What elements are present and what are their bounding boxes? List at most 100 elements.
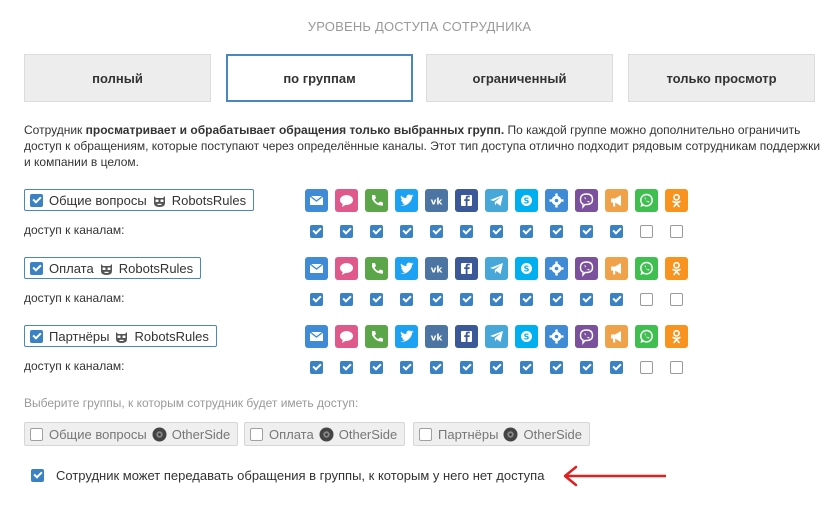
channel-checkbox[interactable] xyxy=(520,361,533,374)
channel-checkbox[interactable] xyxy=(460,225,473,238)
channel-checkbox[interactable] xyxy=(550,293,563,306)
channel-checkbox[interactable] xyxy=(610,293,623,306)
group-brand: RobotsRules xyxy=(134,328,209,344)
channel-checkbox[interactable] xyxy=(610,225,623,238)
megaphone-icon xyxy=(605,257,628,280)
widget-icon xyxy=(545,325,568,348)
channel-access-label: доступ к каналам: xyxy=(24,359,125,373)
facebook-icon xyxy=(455,257,478,280)
level-button-0[interactable]: полный xyxy=(24,54,211,102)
group-chip[interactable]: Общие вопросы RobotsRules xyxy=(24,189,255,211)
channel-checkbox[interactable] xyxy=(490,225,503,238)
channel-checkbox[interactable] xyxy=(310,361,323,374)
transfer-checkbox[interactable] xyxy=(31,469,44,482)
skype-icon: S xyxy=(515,189,538,212)
available-group-chip[interactable]: Партнёры OtherSide xyxy=(413,422,591,446)
available-group-brand: OtherSide xyxy=(338,426,398,442)
red-arrow-icon xyxy=(563,465,666,487)
channel-checkbox[interactable] xyxy=(670,361,683,374)
robotsrules-logo-icon xyxy=(116,331,128,343)
channel-checkbox[interactable] xyxy=(370,293,383,306)
group-name: Оплата xyxy=(49,260,94,276)
email-icon xyxy=(305,189,328,212)
channel-checkbox[interactable] xyxy=(310,293,323,306)
svg-text:S: S xyxy=(524,265,530,274)
channel-checkbox[interactable] xyxy=(580,225,593,238)
level-button-2[interactable]: ограниченный xyxy=(426,54,613,102)
group-checkbox[interactable] xyxy=(30,329,43,343)
channel-checkbox[interactable] xyxy=(370,361,383,374)
channel-checkbox[interactable] xyxy=(460,361,473,374)
channel-checkbox[interactable] xyxy=(490,361,503,374)
channel-checkbox[interactable] xyxy=(640,293,653,306)
channel-checkbox[interactable] xyxy=(430,225,443,238)
group-chip[interactable]: Оплата RobotsRules xyxy=(24,257,202,279)
channel-checkbox[interactable] xyxy=(430,361,443,374)
available-group-checkbox[interactable] xyxy=(250,427,263,441)
channel-checkbox[interactable] xyxy=(640,225,653,238)
telegram-icon xyxy=(485,325,508,348)
channel-checkbox[interactable] xyxy=(670,225,683,238)
channel-checkbox[interactable] xyxy=(490,293,503,306)
odnoklassniki-icon xyxy=(665,189,688,212)
groups-hint: Выберите группы, к которым сотрудник буд… xyxy=(24,396,359,410)
channel-checkbox[interactable] xyxy=(580,361,593,374)
megaphone-icon xyxy=(605,325,628,348)
level-button-3[interactable]: только просмотр xyxy=(628,54,815,102)
channel-checkbox[interactable] xyxy=(340,361,353,374)
group-chip[interactable]: Партнёры RobotsRules xyxy=(24,325,217,347)
robotsrules-logo-icon xyxy=(153,195,165,207)
whatsapp-icon xyxy=(635,257,658,280)
transfer-option[interactable]: Сотрудник может передавать обращения в г… xyxy=(31,468,544,483)
channel-checkbox[interactable] xyxy=(550,225,563,238)
channel-checkbox[interactable] xyxy=(610,361,623,374)
email-icon xyxy=(305,257,328,280)
otherside-logo-icon xyxy=(152,427,167,441)
channel-checkbox[interactable] xyxy=(640,361,653,374)
group-name: Партнёры xyxy=(49,328,110,344)
skype-icon: S xyxy=(515,325,538,348)
channel-checkbox[interactable] xyxy=(520,293,533,306)
available-group-checkbox[interactable] xyxy=(419,427,432,441)
phone-icon xyxy=(365,257,388,280)
facebook-icon xyxy=(455,325,478,348)
group-brand: RobotsRules xyxy=(118,260,194,276)
available-group-checkbox[interactable] xyxy=(30,427,43,441)
channel-checkbox[interactable] xyxy=(400,293,413,306)
viber-icon xyxy=(575,257,598,280)
description-prefix: Сотрудник xyxy=(24,123,86,137)
megaphone-icon xyxy=(605,189,628,212)
channel-checkbox[interactable] xyxy=(460,293,473,306)
channel-checkbox[interactable] xyxy=(670,293,683,306)
whatsapp-icon xyxy=(635,189,658,212)
whatsapp-icon xyxy=(635,325,658,348)
phone-icon xyxy=(365,325,388,348)
channel-checkbox[interactable] xyxy=(370,225,383,238)
vk-icon: vk xyxy=(425,325,448,348)
group-checkbox[interactable] xyxy=(30,261,43,275)
available-group-chip[interactable]: Оплата OtherSide xyxy=(244,422,406,446)
svg-text:vk: vk xyxy=(431,198,444,208)
chat-icon xyxy=(335,325,358,348)
channel-checkbox[interactable] xyxy=(310,225,323,238)
available-group-name: Общие вопросы xyxy=(49,426,147,442)
telegram-icon xyxy=(485,257,508,280)
channel-checkbox[interactable] xyxy=(400,361,413,374)
channel-checkbox[interactable] xyxy=(430,293,443,306)
svg-text:vk: vk xyxy=(431,334,444,344)
channel-checkbox[interactable] xyxy=(580,293,593,306)
channel-checkbox[interactable] xyxy=(400,225,413,238)
level-button-1[interactable]: по группам xyxy=(226,54,413,102)
vk-icon: vk xyxy=(425,257,448,280)
channel-checkbox[interactable] xyxy=(340,225,353,238)
odnoklassniki-icon xyxy=(665,257,688,280)
robotsrules-logo-icon xyxy=(100,263,112,275)
telegram-icon xyxy=(485,189,508,212)
channel-checkbox[interactable] xyxy=(340,293,353,306)
email-icon xyxy=(305,325,328,348)
channel-checkbox[interactable] xyxy=(550,361,563,374)
widget-icon xyxy=(545,189,568,212)
group-checkbox[interactable] xyxy=(30,193,43,207)
channel-checkbox[interactable] xyxy=(520,225,533,238)
available-group-chip[interactable]: Общие вопросы OtherSide xyxy=(24,422,239,446)
